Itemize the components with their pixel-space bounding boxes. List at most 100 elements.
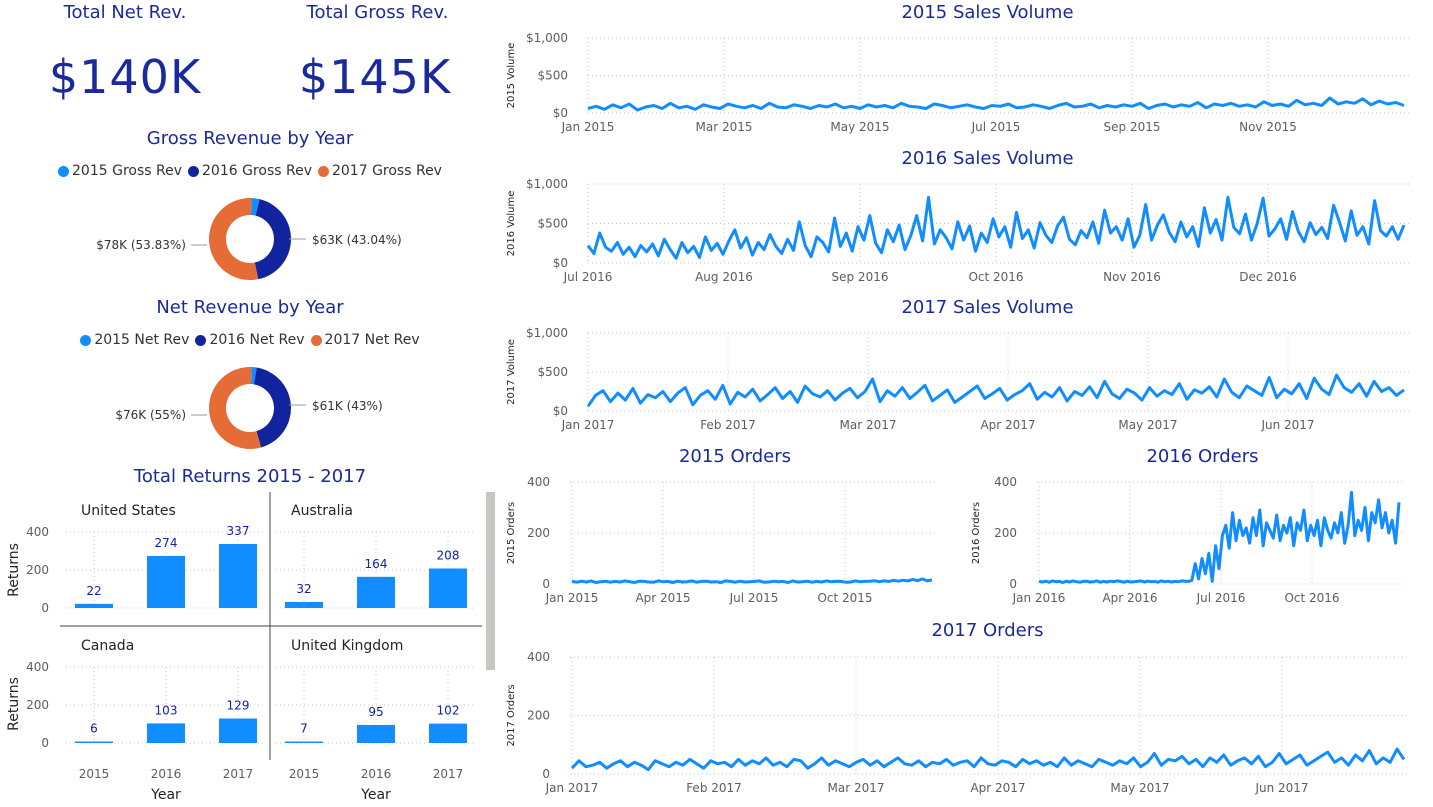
- returns-xtick-label: 2016: [151, 767, 182, 781]
- legend-marker: [58, 165, 70, 177]
- returns-ytick-label: 200: [26, 698, 49, 712]
- line-chart-xtick-label: Jul 2016: [1196, 591, 1246, 605]
- line-chart-series[interactable]: [587, 96, 1405, 112]
- line-chart-xtick-label: May 2015: [830, 120, 889, 134]
- returns-scrollbar[interactable]: [486, 492, 495, 670]
- sales-volume-2016-chart[interactable]: 2016 Sales Volume 2016 Volume $0 $500 $1,000…: [500, 146, 1425, 296]
- gross-rev-kpi-value: $145K: [298, 50, 452, 104]
- line-chart-xtick-label: Jul 2015: [971, 120, 1021, 134]
- returns-bar[interactable]: [147, 723, 185, 743]
- returns-xtick-label: 2017: [433, 767, 464, 781]
- gross-donut-slice-1[interactable]: [254, 199, 291, 280]
- legend-item-2015[interactable]: 2015 Net Rev: [80, 332, 189, 348]
- returns-xlabel-right: Year: [360, 787, 391, 803]
- line-chart-ytick-label: $1,000: [526, 31, 568, 45]
- returns-panel-title: Australia: [291, 503, 353, 519]
- returns-bar[interactable]: [219, 543, 257, 608]
- returns-ylabel-bottom: Returns: [6, 677, 22, 731]
- line-chart-title: 2017 Orders: [931, 620, 1043, 641]
- gross-donut-slice-2[interactable]: [209, 198, 259, 280]
- line-chart-xtick-label: Oct 2015: [817, 591, 872, 605]
- returns-bar[interactable]: [357, 576, 395, 608]
- line-chart-xtick-label: Aug 2016: [695, 270, 753, 284]
- line-chart-ylabel: 2017 Orders: [506, 684, 517, 746]
- returns-data-label: 32: [296, 582, 311, 596]
- orders-2017-chart[interactable]: 2017 Orders 2017 Orders 0 200 400 Jan 2017 Feb…: [500, 618, 1425, 807]
- legend-item-2017[interactable]: 2017 Net Rev: [310, 332, 420, 348]
- line-chart-xtick-label: Jan 2015: [545, 591, 599, 605]
- legend-marker: [195, 334, 207, 346]
- line-chart-series[interactable]: [1038, 490, 1401, 584]
- orders-2016-chart[interactable]: 2016 Orders 2016 Orders 0 200 400 Jan 2016 Apr…: [965, 445, 1420, 615]
- line-chart-xtick-label: Apr 2017: [970, 781, 1025, 795]
- line-chart-xtick-label: May 2017: [1118, 418, 1177, 432]
- returns-data-label: 103: [155, 703, 178, 717]
- line-chart-xtick-label: Oct 2016: [1284, 591, 1339, 605]
- returns-ytick-label: 400: [26, 525, 49, 539]
- line-chart-title: 2016 Orders: [1146, 446, 1258, 467]
- line-chart-xtick-label: Jun 2017: [1254, 781, 1308, 795]
- returns-data-label: 6: [90, 722, 98, 736]
- line-chart-title: 2015 Orders: [679, 446, 791, 467]
- line-chart-ytick-label: 0: [542, 767, 550, 781]
- legend-item-2017[interactable]: 2017 Gross Rev: [317, 163, 442, 179]
- legend-label: 2016 Net Rev: [209, 332, 305, 348]
- line-chart-ytick-label: $1,000: [526, 177, 568, 191]
- net-donut-slice-1[interactable]: [253, 367, 291, 448]
- line-chart-xtick-label: Mar 2017: [840, 418, 897, 432]
- line-chart-xtick-label: Mar 2015: [696, 120, 753, 134]
- returns-bar[interactable]: [75, 741, 113, 744]
- returns-chart[interactable]: United States 0 200 400 22 274 337 Australia 32 1…: [0, 488, 482, 807]
- legend-item-2016[interactable]: 2016 Gross Rev: [188, 163, 312, 179]
- line-chart-xtick-label: Feb 2017: [686, 781, 742, 795]
- returns-xtick-label: 2017: [223, 767, 254, 781]
- returns-ytick-label: 0: [41, 601, 49, 615]
- line-chart-xtick-label: Apr 2015: [635, 591, 690, 605]
- orders-2015-chart[interactable]: 2015 Orders 2015 Orders 0 200 400 Jan 2015 Apr…: [500, 445, 950, 615]
- net-donut-legend[interactable]: 2015 Net Rev 2016 Net Rev 2017 Net Rev: [40, 332, 460, 348]
- net-2016-data-label: $61K (43%): [312, 399, 383, 413]
- line-chart-ylabel: 2017 Volume: [506, 339, 517, 405]
- returns-ylabel-top: Returns: [6, 543, 22, 597]
- line-chart-ytick-label: 0: [542, 577, 550, 591]
- line-chart-ytick-label: 200: [994, 526, 1017, 540]
- net-donut-chart[interactable]: $61K (43%) $76K (55%): [80, 357, 440, 457]
- legend-item-2016[interactable]: 2016 Net Rev: [195, 332, 305, 348]
- returns-bar[interactable]: [285, 601, 323, 608]
- line-chart-ylabel: 2015 Orders: [506, 502, 517, 564]
- line-chart-xtick-label: Jan 2017: [545, 781, 599, 795]
- legend-label: 2015 Gross Rev: [72, 163, 182, 179]
- line-chart-series[interactable]: [571, 577, 933, 584]
- returns-bar[interactable]: [357, 724, 395, 743]
- gross-donut-chart[interactable]: $63K (43.04%) $78K (53.83%): [80, 188, 440, 288]
- returns-bar[interactable]: [219, 718, 257, 743]
- sales-volume-2015-chart[interactable]: 2015 Sales Volume 2015 Volume $0 $500 $1,000…: [500, 0, 1425, 145]
- line-chart-ytick-label: 0: [1009, 577, 1017, 591]
- returns-data-label: 102: [437, 704, 460, 718]
- returns-bar[interactable]: [285, 741, 323, 744]
- line-chart-series[interactable]: [586, 195, 1406, 260]
- returns-bar[interactable]: [429, 568, 467, 608]
- line-chart-series[interactable]: [570, 747, 1406, 772]
- line-chart-ylabel: 2016 Orders: [971, 502, 982, 564]
- returns-data-label: 208: [437, 548, 460, 562]
- line-chart-ytick-label: $0: [553, 106, 568, 120]
- gross-2017-data-label: $78K (53.83%): [96, 238, 186, 252]
- legend-marker: [80, 334, 92, 346]
- line-chart-ytick-label: 400: [527, 650, 550, 664]
- returns-panel-title: Canada: [81, 638, 134, 654]
- returns-bar[interactable]: [75, 603, 113, 608]
- legend-item-2015[interactable]: 2015 Gross Rev: [58, 163, 182, 179]
- sales-volume-2017-chart[interactable]: 2017 Sales Volume 2017 Volume $0 $500 $1,000…: [500, 296, 1425, 441]
- line-chart-xtick-label: Nov 2016: [1103, 270, 1161, 284]
- returns-ytick-label: 0: [41, 736, 49, 750]
- returns-data-label: 129: [227, 698, 250, 712]
- returns-bar[interactable]: [429, 723, 467, 743]
- net-donut-title: Net Revenue by Year: [156, 297, 344, 318]
- returns-panel-title: United Kingdom: [291, 638, 403, 654]
- line-chart-xtick-label: Apr 2016: [1102, 591, 1157, 605]
- gross-donut-legend[interactable]: 2015 Gross Rev 2016 Gross Rev 2017 Gross…: [40, 163, 460, 179]
- line-chart-xtick-label: Dec 2016: [1239, 270, 1297, 284]
- line-chart-series[interactable]: [586, 373, 1405, 408]
- returns-bar[interactable]: [147, 555, 185, 608]
